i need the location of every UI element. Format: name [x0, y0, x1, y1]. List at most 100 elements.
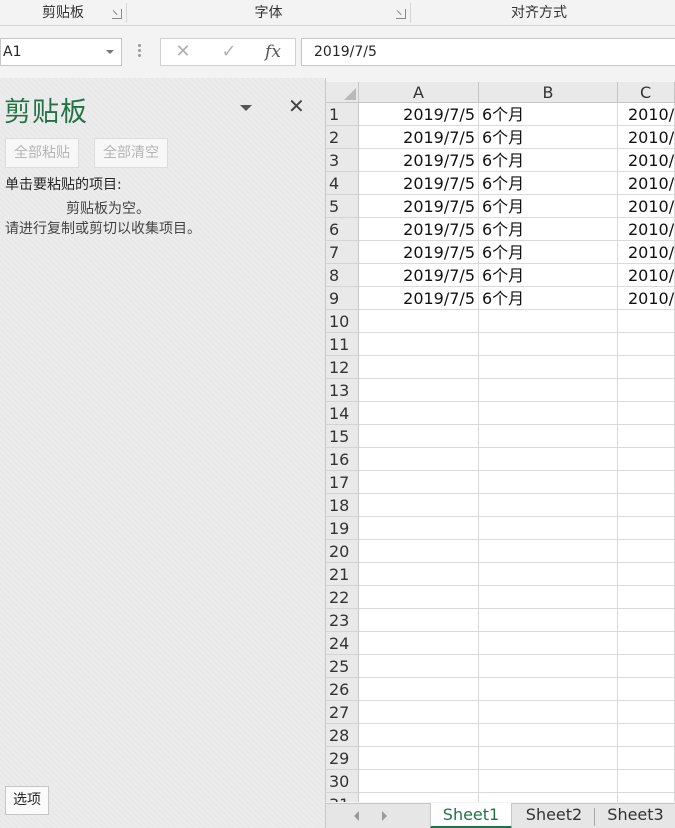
row-header[interactable]: 25 [326, 655, 359, 678]
cell-a[interactable] [359, 724, 479, 747]
cell-c[interactable] [618, 517, 675, 540]
cell-c[interactable] [618, 563, 675, 586]
select-all-corner[interactable] [326, 82, 359, 103]
row-header[interactable]: 23 [326, 609, 359, 632]
cell-c[interactable]: 2010/1 [618, 195, 675, 218]
row-header[interactable]: 13 [326, 379, 359, 402]
cell-b[interactable] [479, 724, 618, 747]
row-header[interactable]: 24 [326, 632, 359, 655]
cell-b[interactable] [479, 333, 618, 356]
close-icon[interactable]: ✕ [288, 94, 305, 118]
cell-b[interactable] [479, 540, 618, 563]
row-header[interactable]: 2 [326, 126, 359, 149]
row-header[interactable]: 29 [326, 747, 359, 770]
name-box[interactable]: A1 [0, 38, 122, 66]
cell-c[interactable]: 2010/1 [618, 172, 675, 195]
cell-c[interactable] [618, 701, 675, 724]
chevron-down-icon[interactable] [106, 50, 114, 54]
cell-a[interactable] [359, 563, 479, 586]
row-header[interactable]: 17 [326, 471, 359, 494]
dialog-launcher-icon[interactable] [396, 9, 406, 19]
cell-b[interactable] [479, 402, 618, 425]
cancel-icon[interactable]: ✕ [163, 39, 203, 65]
cell-c[interactable]: 2010/1 [618, 126, 675, 149]
cell-c[interactable] [618, 471, 675, 494]
row-header[interactable]: 1 [326, 103, 359, 126]
scroll-right-icon[interactable] [382, 811, 387, 821]
cell-a[interactable]: 2019/7/5 [359, 241, 479, 264]
cell-b[interactable] [479, 655, 618, 678]
row-header[interactable]: 5 [326, 195, 359, 218]
cell-b[interactable] [479, 379, 618, 402]
cell-a[interactable] [359, 379, 479, 402]
cell-b[interactable]: 6个月 [479, 264, 618, 287]
column-header-c[interactable]: C [618, 82, 675, 103]
cell-c[interactable] [618, 655, 675, 678]
column-header-b[interactable]: B [479, 82, 618, 103]
cell-a[interactable]: 2019/7/5 [359, 264, 479, 287]
cell-b[interactable] [479, 448, 618, 471]
cell-b[interactable] [479, 632, 618, 655]
cell-b[interactable] [479, 586, 618, 609]
row-header[interactable]: 11 [326, 333, 359, 356]
cell-a[interactable] [359, 747, 479, 770]
cell-c[interactable] [618, 425, 675, 448]
row-header[interactable]: 10 [326, 310, 359, 333]
cell-a[interactable] [359, 333, 479, 356]
row-header[interactable]: 16 [326, 448, 359, 471]
cell-b[interactable] [479, 356, 618, 379]
cell-b[interactable] [479, 517, 618, 540]
cell-c[interactable] [618, 540, 675, 563]
cell-a[interactable] [359, 540, 479, 563]
cell-a[interactable] [359, 448, 479, 471]
cell-c[interactable] [618, 379, 675, 402]
row-header[interactable]: 30 [326, 770, 359, 793]
cell-a[interactable]: 2019/7/5 [359, 149, 479, 172]
cell-a[interactable]: 2019/7/5 [359, 172, 479, 195]
options-button[interactable]: 选项 [5, 786, 49, 815]
cell-b[interactable] [479, 425, 618, 448]
cell-b[interactable]: 6个月 [479, 149, 618, 172]
row-header[interactable]: 3 [326, 149, 359, 172]
sheet-tab-sheet1[interactable]: Sheet1 [430, 803, 512, 828]
cell-c[interactable] [618, 793, 675, 802]
row-header[interactable]: 6 [326, 218, 359, 241]
row-header[interactable]: 22 [326, 586, 359, 609]
cell-a[interactable] [359, 678, 479, 701]
paste-all-button[interactable]: 全部粘贴 [5, 138, 79, 168]
sheet-tab-sheet3[interactable]: Sheet3 [596, 803, 675, 828]
cell-c[interactable] [618, 356, 675, 379]
cell-b[interactable] [479, 471, 618, 494]
cell-a[interactable]: 2019/7/5 [359, 195, 479, 218]
cell-a[interactable]: 2019/7/5 [359, 218, 479, 241]
cell-a[interactable] [359, 310, 479, 333]
cell-c[interactable] [618, 632, 675, 655]
row-header[interactable]: 15 [326, 425, 359, 448]
cell-b[interactable] [479, 563, 618, 586]
cell-b[interactable]: 6个月 [479, 218, 618, 241]
cell-b[interactable] [479, 609, 618, 632]
row-header[interactable]: 31 [326, 793, 359, 802]
row-header[interactable]: 14 [326, 402, 359, 425]
cell-b[interactable]: 6个月 [479, 103, 618, 126]
cell-a[interactable] [359, 701, 479, 724]
cell-c[interactable] [618, 724, 675, 747]
pane-options-dropdown-icon[interactable] [240, 105, 252, 111]
cell-c[interactable] [618, 747, 675, 770]
cell-b[interactable]: 6个月 [479, 287, 618, 310]
scroll-left-icon[interactable] [354, 811, 359, 821]
column-header-a[interactable]: A [359, 82, 479, 103]
row-header[interactable]: 4 [326, 172, 359, 195]
cell-c[interactable] [618, 609, 675, 632]
cell-b[interactable] [479, 310, 618, 333]
cell-c[interactable]: 2010/1 [618, 287, 675, 310]
cell-c[interactable] [618, 402, 675, 425]
cell-a[interactable] [359, 356, 479, 379]
cell-a[interactable] [359, 655, 479, 678]
cell-a[interactable] [359, 402, 479, 425]
cell-b[interactable] [479, 494, 618, 517]
cell-a[interactable] [359, 793, 479, 802]
enter-check-icon[interactable]: ✓ [209, 39, 249, 65]
cell-a[interactable] [359, 770, 479, 793]
row-header[interactable]: 21 [326, 563, 359, 586]
